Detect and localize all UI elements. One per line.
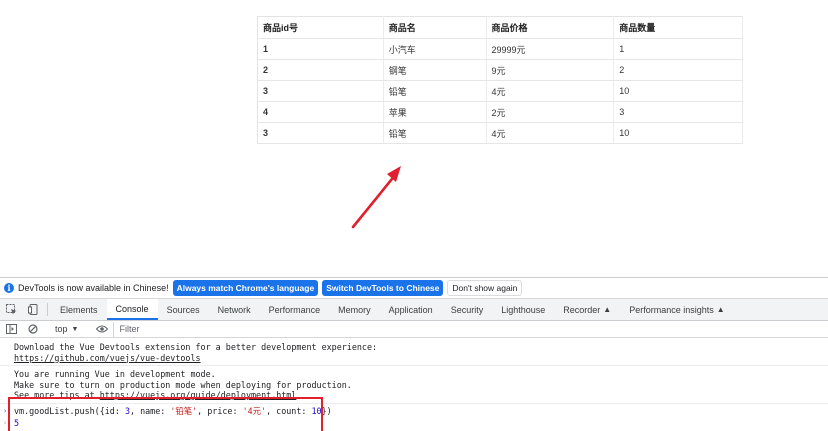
code-string: '铅笔' [170,405,198,416]
result-prompt-icon: ‹ [3,419,8,427]
table-row: 3 铅笔 4元 10 [257,80,743,102]
message-text: You are running Vue in development mode. [14,369,216,379]
cell-price: 4元 [486,122,615,144]
cell-name: 铅笔 [383,122,487,144]
cell-price: 9元 [486,59,615,81]
header-id: 商品id号 [257,16,384,39]
tab-lighthouse[interactable]: Lighthouse [492,299,554,320]
code-text: , name: [129,405,171,416]
goods-table: 商品id号 商品名 商品价格 商品数量 1 小汽车 29999元 1 2 钢笔 … [257,16,743,144]
code-text: , count: [266,405,312,416]
cell-price: 29999元 [486,38,615,60]
message-link[interactable]: https://github.com/vuejs/vue-devtools [14,353,201,363]
dont-show-again-button[interactable]: Don't show again [447,280,523,296]
console-toolbar: top ▼ [0,321,828,338]
experiment-flask-icon: ▲ [603,305,612,314]
code-string: '4元' [242,405,267,416]
tab-console[interactable]: Console [106,299,158,320]
cell-name: 铅笔 [383,80,487,102]
cell-count: 3 [613,101,743,123]
live-expression-eye-icon[interactable] [91,325,113,333]
cell-id: 3 [257,122,384,144]
message-text: Download the Vue Devtools extension for … [14,342,378,352]
console-message: Download the Vue Devtools extension for … [0,339,828,366]
header-count: 商品数量 [613,16,743,39]
cell-id: 4 [257,101,384,123]
annotation-arrow-icon [351,166,401,229]
message-link[interactable]: https://vuejs.org/guide/deployment.html [100,390,297,400]
message-text: Make sure to turn on production mode whe… [14,379,352,390]
tab-recorder[interactable]: Recorder ▲ [554,299,620,320]
cell-id: 1 [257,38,384,60]
result-value: 5 [14,418,20,428]
code-number: 10 [311,405,322,416]
table-header-row: 商品id号 商品名 商品价格 商品数量 [257,16,743,39]
input-prompt-icon: › [3,406,8,415]
tab-security[interactable]: Security [442,299,493,320]
console-filter-input[interactable] [113,321,414,337]
code-text: , price: [197,405,243,416]
cell-price: 4元 [486,80,615,102]
cell-name: 钢笔 [383,59,487,81]
tab-application[interactable]: Application [380,299,442,320]
tab-elements[interactable]: Elements [51,299,107,320]
match-language-button[interactable]: Always match Chrome's language [172,280,319,296]
device-toolbar-icon[interactable] [22,299,44,320]
cell-count: 1 [613,38,743,60]
console-result-entry: ‹ 5 [0,418,828,431]
tab-sources[interactable]: Sources [158,299,209,320]
tab-performance[interactable]: Performance [260,299,330,320]
cell-count: 2 [613,59,743,81]
devtools-tabbar: Elements Console Sources Network Perform… [0,299,828,321]
switch-to-chinese-button[interactable]: Switch DevTools to Chinese [322,280,444,296]
tab-recorder-label: Recorder [563,304,601,315]
cell-count: 10 [613,80,743,102]
header-name: 商品名 [383,16,487,39]
console-messages: Download the Vue Devtools extension for … [0,339,828,431]
header-price: 商品价格 [486,16,615,39]
language-infobar: i DevTools is now available in Chinese! … [0,278,828,299]
tab-network[interactable]: Network [209,299,260,320]
clear-console-icon[interactable] [22,324,44,334]
tab-memory[interactable]: Memory [329,299,380,320]
caret-down-icon: ▼ [71,325,79,333]
table-row: 3 铅笔 4元 10 [257,122,743,144]
cell-name: 苹果 [383,101,487,123]
tab-performance-insights[interactable]: Performance insights ▲ [620,299,733,320]
message-text: See more tips at [14,390,100,400]
console-input-entry: › vm.goodList.push({id: 3, name: '铅笔', p… [0,404,828,419]
experiment-flask-icon: ▲ [716,305,725,314]
infobar-text: DevTools is now available in Chinese! [18,283,169,293]
console-message: You are running Vue in development mode.… [0,366,828,404]
cell-id: 2 [257,59,384,81]
tab-performance-insights-label: Performance insights [629,304,714,315]
table-row: 1 小汽车 29999元 1 [257,38,743,60]
context-selector[interactable]: top ▼ [51,324,84,334]
cell-name: 小汽车 [383,38,487,60]
context-selector-value: top [55,324,68,334]
sidebar-toggle-icon[interactable] [0,324,22,334]
cell-count: 10 [613,122,743,144]
cell-id: 3 [257,80,384,102]
info-icon: i [4,283,14,293]
code-text: vm.goodList.push({id: [14,405,125,416]
cell-price: 2元 [486,101,615,123]
code-text: }) [321,405,332,416]
table-row: 4 苹果 2元 3 [257,101,743,123]
toolbar-divider [47,303,48,316]
devtools-panel: i DevTools is now available in Chinese! … [0,277,828,431]
inspect-element-icon[interactable] [0,299,22,320]
table-row: 2 钢笔 9元 2 [257,59,743,81]
